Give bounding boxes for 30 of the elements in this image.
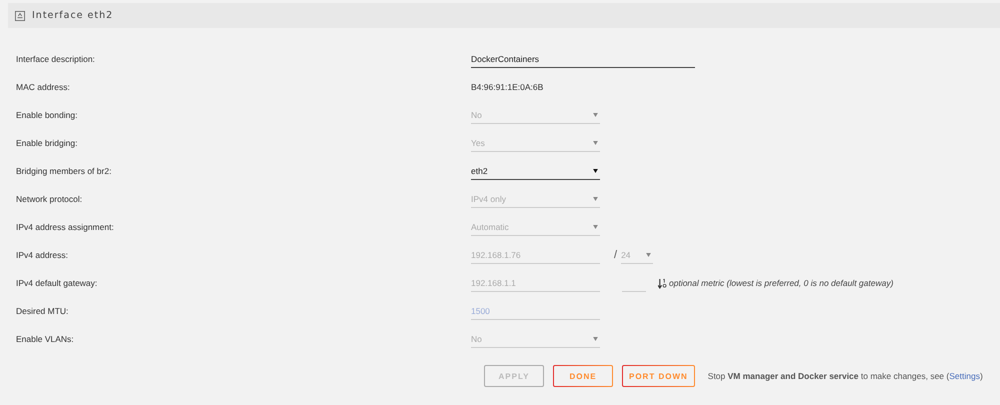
caret-icon xyxy=(593,112,598,116)
caret-icon xyxy=(593,168,598,172)
field-label: Network protocol: xyxy=(15,194,84,204)
action-button[interactable]: DONE xyxy=(553,365,613,387)
caret-icon xyxy=(646,252,652,256)
hint-text: optional metric (lowest is preferred, 0 is no default gateway) xyxy=(669,278,894,288)
caret-icon xyxy=(593,336,598,340)
caret-icon xyxy=(593,224,598,228)
field-value: B4:96:91:1E:0A:6B xyxy=(471,82,544,92)
network-icon xyxy=(15,10,25,20)
field-label: Enable bonding: xyxy=(15,110,78,120)
field-label: Desired MTU: xyxy=(15,306,70,316)
field-label: Interface description: xyxy=(15,54,96,64)
field-label: MAC address: xyxy=(15,82,71,92)
caret-icon xyxy=(593,140,598,144)
caret-icon xyxy=(593,196,598,200)
panel-title: Interface eth2 xyxy=(32,10,114,21)
sort-icon xyxy=(658,278,667,288)
separator: / xyxy=(614,249,618,261)
settings-link[interactable]: Settings xyxy=(949,371,980,381)
field-label: Enable bridging: xyxy=(15,138,78,148)
input-field[interactable]: DockerContainers xyxy=(471,50,695,68)
dropdown[interactable]: eth2 xyxy=(471,162,600,180)
field-label: IPv4 address: xyxy=(15,250,69,260)
field-label: Bridging members of br2: xyxy=(15,166,112,176)
status-message: Stop VM manager and Docker service to make changes, see (Settings) xyxy=(708,371,983,381)
field-label: IPv4 default gateway: xyxy=(15,278,98,288)
field-label: IPv4 address assignment: xyxy=(15,222,115,232)
field-label: Enable VLANs: xyxy=(15,334,75,344)
action-button[interactable]: PORT DOWN xyxy=(622,365,695,387)
